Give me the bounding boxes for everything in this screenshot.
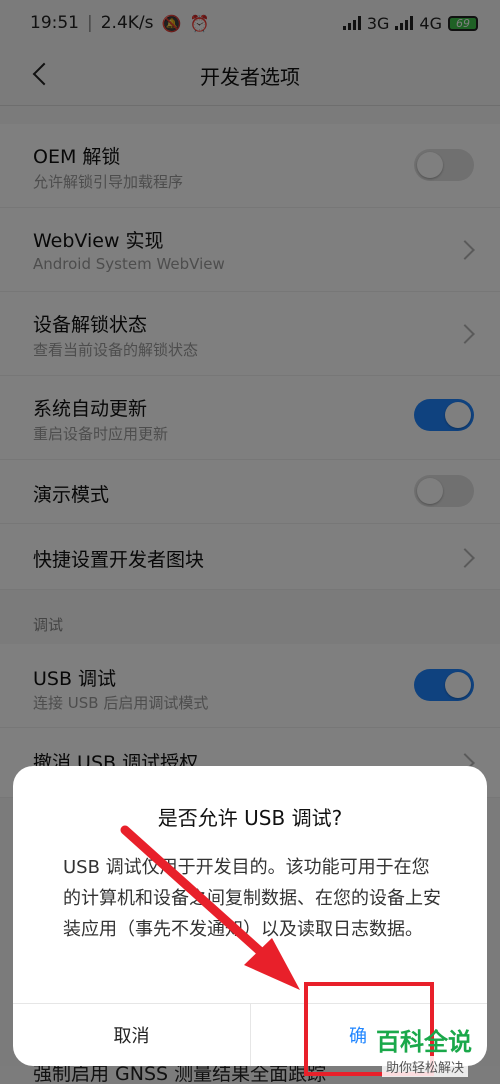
watermark-logo: 百科全说 助你轻松解决 [372, 1020, 494, 1082]
annotation-arrow-icon [120, 825, 300, 990]
watermark-tagline: 助你轻松解决 [382, 1056, 469, 1077]
watermark-title: 百科全说 [376, 1028, 472, 1056]
